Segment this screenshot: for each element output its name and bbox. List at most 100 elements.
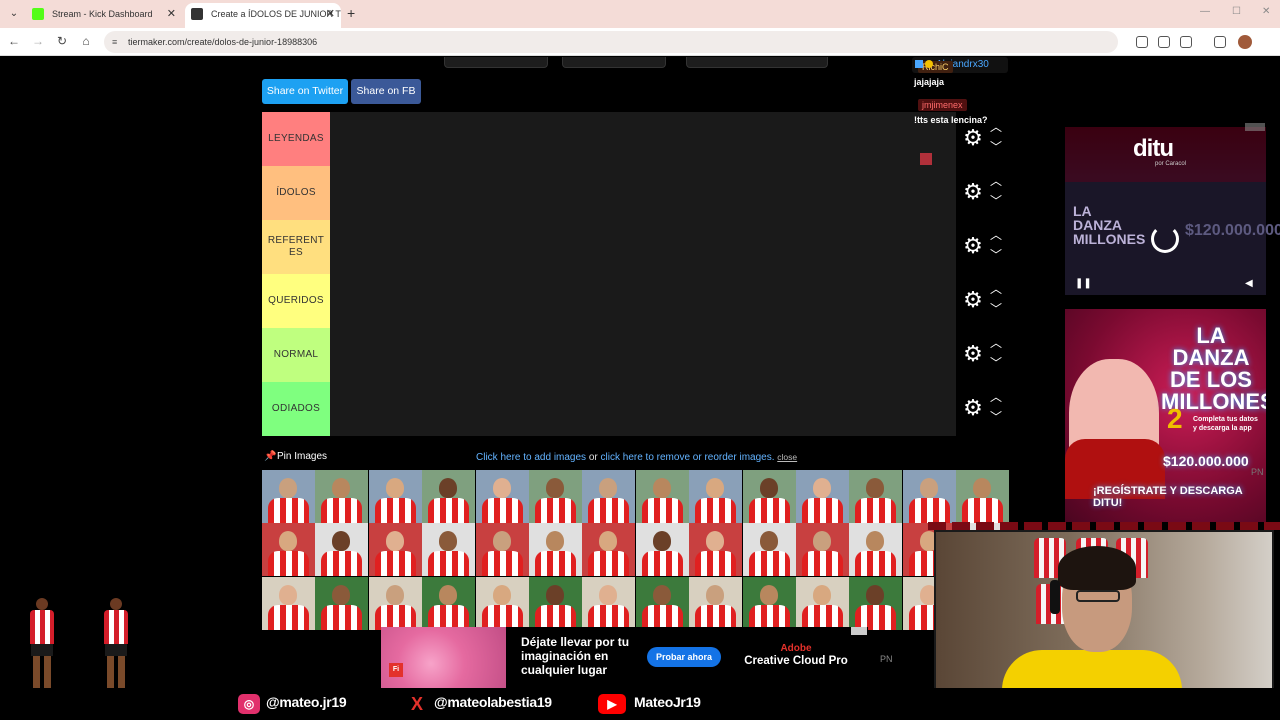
profile-avatar[interactable] <box>1238 35 1252 49</box>
player-image-thumbnail[interactable] <box>529 470 582 523</box>
player-image-thumbnail[interactable] <box>742 576 796 630</box>
options-button[interactable] <box>686 57 828 68</box>
player-image-thumbnail[interactable] <box>315 576 369 630</box>
share-twitter-button[interactable]: Share on Twitter <box>262 79 348 104</box>
player-image-thumbnail[interactable] <box>796 523 849 577</box>
tier-drop-zone[interactable] <box>330 274 956 328</box>
player-image-thumbnail[interactable] <box>635 576 689 630</box>
chevron-up-icon[interactable]: ︿ <box>988 390 1004 404</box>
player-image-thumbnail[interactable] <box>689 523 743 577</box>
tier-drop-zone[interactable] <box>330 220 956 274</box>
gear-icon[interactable]: ⚙ <box>960 341 986 367</box>
tier-label[interactable]: ODIADOS <box>262 382 330 436</box>
try-now-button[interactable]: Probar ahora <box>647 647 721 667</box>
tier-label[interactable]: NORMAL <box>262 328 330 382</box>
media-icon[interactable] <box>1214 36 1226 48</box>
close-link[interactable]: close <box>777 452 797 462</box>
player-image-thumbnail[interactable] <box>635 523 689 577</box>
player-image-thumbnail[interactable] <box>796 576 849 630</box>
player-image-thumbnail[interactable] <box>849 576 903 630</box>
player-image-thumbnail[interactable] <box>635 470 689 523</box>
player-image-thumbnail[interactable] <box>368 523 422 577</box>
close-tab-icon[interactable]: ✕ <box>326 3 335 25</box>
new-tab-icon[interactable]: + <box>347 5 355 21</box>
chevron-down-icon[interactable]: ﹀ <box>988 410 1004 424</box>
add-images-link[interactable]: Click here to add images <box>476 452 586 463</box>
player-image-thumbnail[interactable] <box>475 523 529 577</box>
player-image-thumbnail[interactable] <box>796 470 849 523</box>
player-image-thumbnail[interactable] <box>262 470 315 523</box>
site-info-icon[interactable]: ≡ <box>112 31 117 53</box>
chevron-down-icon[interactable]: ﹀ <box>988 356 1004 370</box>
player-image-thumbnail[interactable] <box>422 576 476 630</box>
ad-choices-icon[interactable] <box>851 627 867 635</box>
pin-icon[interactable]: 📌 <box>264 451 276 462</box>
minimize-icon[interactable]: — <box>1200 6 1210 17</box>
tier-label[interactable]: LEYENDAS <box>262 112 330 166</box>
ditu-video-ad[interactable]: ditu por Caracol LA DANZA MILLONES $120.… <box>1065 123 1280 295</box>
tier-label[interactable]: QUERIDOS <box>262 274 330 328</box>
gear-icon[interactable]: ⚙ <box>960 233 986 259</box>
chevron-down-icon[interactable]: ﹀ <box>988 302 1004 316</box>
tab-search-icon[interactable]: ⌄ <box>6 6 22 22</box>
player-image-thumbnail[interactable] <box>368 576 422 630</box>
player-image-thumbnail[interactable] <box>368 470 422 523</box>
pin-images-label[interactable]: Pin Images <box>277 451 327 462</box>
remove-reorder-link[interactable]: click here to remove or reorder images. <box>601 452 775 463</box>
tier-label[interactable]: ÍDOLOS <box>262 166 330 220</box>
player-image-thumbnail[interactable] <box>262 523 315 577</box>
player-image-thumbnail[interactable] <box>262 576 315 630</box>
forward-icon[interactable]: → <box>30 34 46 48</box>
player-image-thumbnail[interactable] <box>422 470 476 523</box>
player-image-thumbnail[interactable] <box>582 576 636 630</box>
ad-info-icon[interactable] <box>1245 123 1265 131</box>
save-button[interactable] <box>562 57 666 68</box>
video-frame[interactable]: LA DANZA MILLONES $120.000.000 ❚❚ ◀ <box>1065 182 1280 295</box>
player-image-thumbnail[interactable] <box>849 470 903 523</box>
chevron-up-icon[interactable]: ︿ <box>988 174 1004 188</box>
ditu-promo-ad[interactable]: LA DANZA DE LOS MILLONES 2 Completa tus … <box>1065 309 1266 522</box>
tier-drop-zone[interactable] <box>330 166 956 220</box>
player-image-thumbnail[interactable] <box>529 576 582 630</box>
address-bar[interactable]: ≡ tiermaker.com/create/dolos-de-junior-1… <box>104 31 1118 53</box>
player-image-thumbnail[interactable] <box>689 576 743 630</box>
player-image-thumbnail[interactable] <box>422 523 476 577</box>
tier-label[interactable]: REFERENT ES <box>262 220 330 274</box>
chevron-up-icon[interactable]: ︿ <box>988 336 1004 350</box>
extension-icon[interactable] <box>1136 36 1148 48</box>
tier-drop-zone[interactable] <box>330 328 956 382</box>
extension-icon[interactable] <box>1158 36 1170 48</box>
player-image-thumbnail[interactable] <box>582 523 636 577</box>
gear-icon[interactable]: ⚙ <box>960 287 986 313</box>
extensions-puzzle-icon[interactable] <box>1180 36 1192 48</box>
close-window-icon[interactable]: ✕ <box>1262 6 1270 17</box>
player-image-thumbnail[interactable] <box>529 523 582 577</box>
player-image-thumbnail[interactable] <box>742 523 796 577</box>
player-image-thumbnail[interactable] <box>849 523 903 577</box>
pause-icon[interactable]: ❚❚ <box>1075 278 1092 289</box>
gear-icon[interactable]: ⚙ <box>960 179 986 205</box>
share-fb-button[interactable]: Share on FB <box>351 79 421 104</box>
tier-drop-zone[interactable] <box>330 112 956 166</box>
close-tab-icon[interactable]: ✕ <box>167 3 176 25</box>
player-image-thumbnail[interactable] <box>902 470 956 523</box>
gear-icon[interactable]: ⚙ <box>960 395 986 421</box>
player-image-thumbnail[interactable] <box>475 470 529 523</box>
back-icon[interactable]: ← <box>6 34 22 48</box>
adobe-banner-ad[interactable]: Fi Déjate llevar por tu imaginación en c… <box>381 627 868 688</box>
download-button[interactable] <box>444 57 548 68</box>
chevron-down-icon[interactable]: ﹀ <box>988 194 1004 208</box>
promo-cta[interactable]: ¡REGÍSTRATE Y DESCARGA DITU! <box>1093 485 1266 509</box>
tab-kick-dashboard[interactable]: Stream - Kick Dashboard ✕ <box>26 3 182 28</box>
chevron-up-icon[interactable]: ︿ <box>988 228 1004 242</box>
player-image-thumbnail[interactable] <box>315 470 369 523</box>
maximize-icon[interactable]: ☐ <box>1232 6 1241 17</box>
chevron-down-icon[interactable]: ﹀ <box>988 248 1004 262</box>
chevron-up-icon[interactable]: ︿ <box>988 282 1004 296</box>
player-image-thumbnail[interactable] <box>582 470 636 523</box>
player-image-thumbnail[interactable] <box>475 576 529 630</box>
tab-tiermaker[interactable]: Create a ÍDOLOS DE JUNIOR Tier ✕ <box>185 3 341 28</box>
player-image-thumbnail[interactable] <box>315 523 369 577</box>
mute-icon[interactable]: ◀ <box>1245 278 1253 289</box>
reload-icon[interactable]: ↻ <box>54 34 70 48</box>
